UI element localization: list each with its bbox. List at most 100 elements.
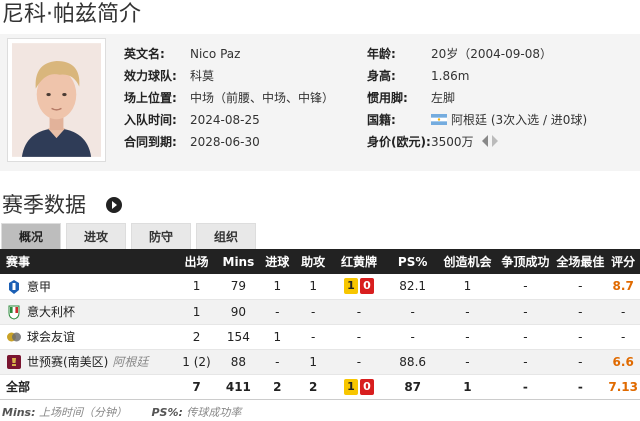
height-value: 1.86m xyxy=(431,69,470,83)
total-aerials-cell: - xyxy=(496,374,555,400)
header-pass-pct: PS% xyxy=(386,249,439,274)
english-name-value: Nico Paz xyxy=(190,47,241,61)
rating-cell: 6.6 xyxy=(606,349,640,375)
pass-pct-cell: 88.6 xyxy=(386,349,439,375)
competition-cell[interactable]: 世预赛(南美区) 阿根廷 xyxy=(0,349,176,375)
table-row: 世预赛(南美区) 阿根廷 1 (2) 88 - 1 - 88.6 - - - 6.… xyxy=(0,349,640,375)
apps-cell: 1 xyxy=(175,274,218,300)
goals-cell: - xyxy=(259,299,296,325)
player-photo xyxy=(7,38,106,162)
english-name-label: 英文名: xyxy=(124,47,165,61)
season-stats-table: 赛事 出场 Mins 进球 助攻 红黄牌 PS% 创造机会 争顶成功 全场最佳 … xyxy=(0,249,640,400)
total-cards-cell: 10 xyxy=(331,374,387,400)
argentina-flag-icon xyxy=(431,114,447,125)
player-profile: 英文名: Nico Paz 效力球队: 科莫 场上位置: 中场（前腰、中场、中锋… xyxy=(0,34,640,171)
header-mins: Mins xyxy=(217,249,260,274)
club-value[interactable]: 科莫 xyxy=(190,65,214,87)
aerials-cell: - xyxy=(496,299,555,325)
position-value: 中场（前腰、中场、中锋） xyxy=(190,91,335,105)
nationality-value: 阿根廷 (3次入选 / 进0球) xyxy=(431,109,587,131)
chances-cell: - xyxy=(438,324,497,350)
tab-overview[interactable]: 概况 xyxy=(1,223,61,249)
foot-label: 惯用脚: xyxy=(367,91,408,105)
table-row: 意甲 1 79 1 1 10 82.1 1 - - 8.7 xyxy=(0,274,640,300)
wc-qualifier-icon xyxy=(7,355,21,369)
motm-cell: - xyxy=(554,299,607,325)
joined-value: 2024-08-25 xyxy=(190,113,260,127)
table-row: 球会友谊 2 154 1 - - - - - - - xyxy=(0,324,640,350)
assists-cell: 1 xyxy=(295,274,332,300)
age-label: 年龄: xyxy=(367,47,396,61)
chances-cell: 1 xyxy=(438,274,497,300)
apps-cell: 1 xyxy=(175,299,218,325)
motm-cell: - xyxy=(554,349,607,375)
table-row: 意大利杯 1 90 - - - - - - - - xyxy=(0,299,640,325)
player-portrait-image xyxy=(12,43,101,157)
pass-pct-cell: - xyxy=(386,299,439,325)
total-motm-cell: - xyxy=(554,374,607,400)
cards-cell: - xyxy=(331,299,387,325)
club-label: 效力球队: xyxy=(124,69,177,83)
header-cards: 红黄牌 xyxy=(331,249,387,274)
assists-cell: - xyxy=(295,324,332,350)
tab-attack[interactable]: 进攻 xyxy=(66,223,126,249)
competition-cell[interactable]: 球会友谊 xyxy=(0,324,176,350)
footnote-ps-desc: 传球成功率 xyxy=(182,406,242,419)
tab-defense[interactable]: 防守 xyxy=(131,223,191,249)
mins-cell: 90 xyxy=(217,299,260,325)
table-header-row: 赛事 出场 Mins 进球 助攻 红黄牌 PS% 创造机会 争顶成功 全场最佳 … xyxy=(0,249,640,274)
total-mins-cell: 411 xyxy=(217,374,260,400)
header-apps: 出场 xyxy=(175,249,218,274)
competition-name: 球会友谊 xyxy=(27,330,76,344)
position-label: 场上位置: xyxy=(124,91,177,105)
motm-cell: - xyxy=(554,324,607,350)
competition-name: 意大利杯 xyxy=(27,305,76,319)
chances-cell: - xyxy=(438,299,497,325)
footnote-ps-key: PS%: xyxy=(151,406,183,419)
value-trend-arrows-icon[interactable] xyxy=(481,134,499,148)
joined-label: 入队时间: xyxy=(124,113,177,127)
goals-cell: 1 xyxy=(259,274,296,300)
competition-cell[interactable]: 意大利杯 xyxy=(0,299,176,325)
nationality-text: 阿根廷 (3次入选 / 进0球) xyxy=(451,113,588,127)
header-chances: 创造机会 xyxy=(438,249,497,274)
header-assists: 助攻 xyxy=(295,249,332,274)
apps-cell: 1 (2) xyxy=(175,349,218,375)
age-value: 20岁（2004-09-08） xyxy=(431,47,553,61)
tab-organization[interactable]: 组织 xyxy=(196,223,256,249)
more-arrow-icon[interactable] xyxy=(106,197,122,213)
chances-cell: - xyxy=(438,349,497,375)
header-rating: 评分 xyxy=(606,249,640,274)
header-motm: 全场最佳 xyxy=(554,249,607,274)
competition-cell[interactable]: 意甲 xyxy=(0,274,176,300)
mins-cell: 88 xyxy=(217,349,260,375)
aerials-cell: - xyxy=(496,274,555,300)
page-title: 尼科·帕兹简介 xyxy=(2,2,141,27)
footnote-mins-desc: 上场时间（分钟） xyxy=(35,406,127,419)
season-stats-title: 赛季数据 xyxy=(2,193,86,217)
total-rating-cell: 7.13 xyxy=(606,374,640,400)
header-goals: 进球 xyxy=(259,249,296,274)
club-friendly-icon xyxy=(7,332,21,342)
cards-cell: 10 xyxy=(331,274,387,300)
nationality-label: 国籍: xyxy=(367,113,396,127)
national-team-note: 阿根廷 xyxy=(112,355,149,369)
rating-cell: 8.7 xyxy=(606,274,640,300)
pass-pct-cell: - xyxy=(386,324,439,350)
height-label: 身高: xyxy=(367,69,396,83)
serie-a-icon xyxy=(9,279,19,294)
header-aerials: 争顶成功 xyxy=(496,249,555,274)
motm-cell: - xyxy=(554,274,607,300)
rating-cell: - xyxy=(606,324,640,350)
total-apps-cell: 7 xyxy=(175,374,218,400)
aerials-cell: - xyxy=(496,349,555,375)
red-card-badge: 0 xyxy=(359,278,374,295)
cards-cell: - xyxy=(331,324,387,350)
apps-cell: 2 xyxy=(175,324,218,350)
mins-cell: 154 xyxy=(217,324,260,350)
footnote-mins-key: Mins: xyxy=(2,406,36,419)
aerials-cell: - xyxy=(496,324,555,350)
goals-cell: 1 xyxy=(259,324,296,350)
competition-name: 世预赛(南美区) xyxy=(27,355,109,369)
table-total-row: 全部 7 411 2 2 10 87 1 - - 7.13 xyxy=(0,374,640,400)
